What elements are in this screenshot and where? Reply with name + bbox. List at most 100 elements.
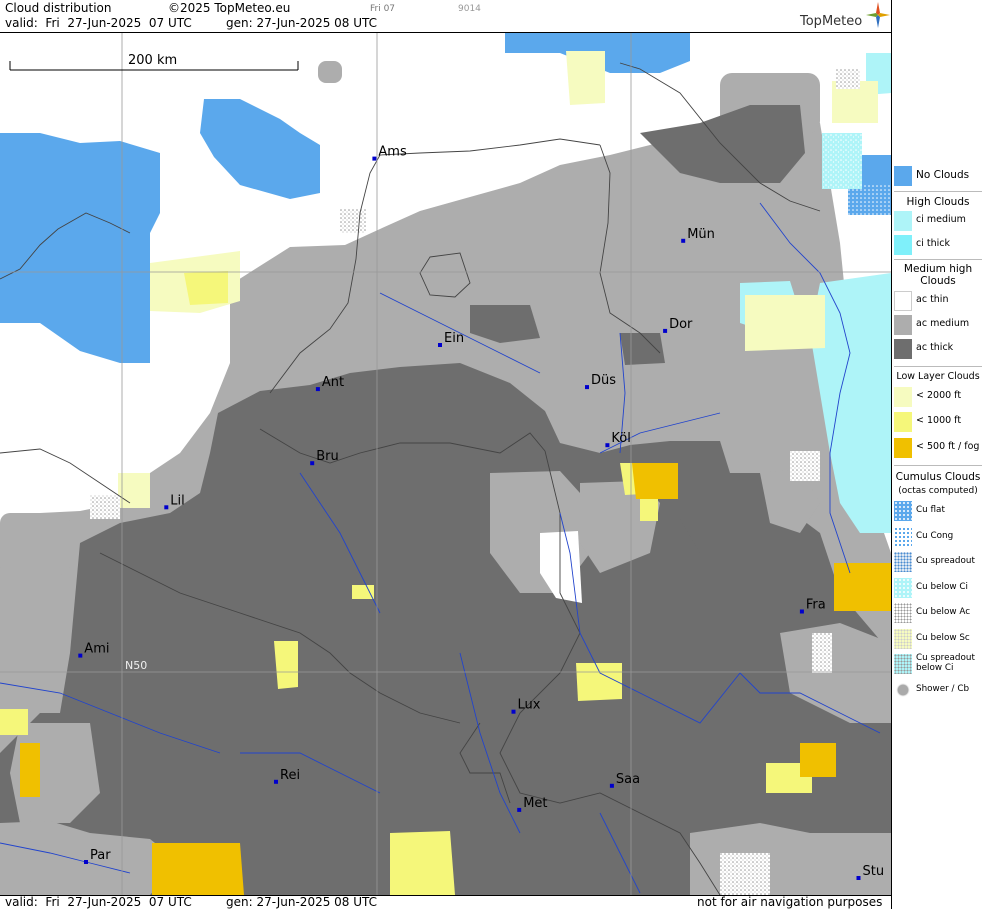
city-marker [438,343,442,347]
low-500-swatch [894,438,912,458]
legend-cumulus-title: Cumulus Clouds [895,471,981,483]
legend-label: Cu below Ci [916,581,968,592]
legend-cumulus-item: Cu spreadout [892,550,983,574]
low-2000-swatch [894,387,912,407]
city-marker [681,238,686,243]
legend-label: Cu spreadout below Ci [916,653,975,673]
footer-gen: gen: 27-Jun-2025 08 UTC [226,895,378,909]
legend-high-title: High Clouds [906,196,970,208]
frame-label: Fri 07 [370,4,396,14]
city-marker [663,328,668,333]
map-header: Cloud distribution ©2025 TopMeteo.eu Fri… [0,0,891,33]
city-marker [511,709,516,714]
legend-ci-thick: ci thick [892,233,983,257]
city-marker [315,387,320,392]
city-label: Ami [84,642,109,657]
city-label: Ant [322,375,344,390]
city-label: Düs [591,373,616,388]
legend-cumulus-item: Cu Cong [892,525,983,549]
gen-time: gen: 27-Jun-2025 08 UTC [226,16,378,30]
city-marker [799,609,804,614]
city-label: Mün [687,227,715,242]
legend-ac-medium: ac medium [892,313,983,337]
city-label: Rei [280,768,300,783]
legend-label: No Clouds [916,169,970,181]
map-title: Cloud distribution [5,1,112,15]
legend-label: Cu below Ac [916,607,971,617]
city-label: Ein [444,331,464,346]
legend-cumulus-item: Shower / Cb [892,678,983,702]
valid-time: valid: Fri 27-Jun-2025 07 UTC [5,16,192,30]
legend-ci-medium: ci medium [892,209,983,233]
city-label: Ams [378,145,407,160]
legend-cumulus-item: Cu spreadout below Ci [892,652,983,676]
city-marker [310,461,315,466]
map-canvas: N50 200 km GroBreHaAmsHanMünDorEinKasAnt… [0,33,891,895]
legend-ac-thin: ac thin [892,289,983,313]
legend-cumulus-item: Cu below Ci [892,576,983,600]
ci-dotted-patch [822,133,862,189]
legend-cumulus-item: Cu below Sc [892,627,983,651]
legend-cumulus-item: Cu below Ac [892,601,983,625]
city-marker [372,156,377,161]
city-marker [164,505,169,510]
ci-thick-swatch [894,235,912,255]
city-marker [609,783,614,788]
legend-cumulus-sub: (octas computed) [898,486,978,496]
legend-label: Cu below Sc [916,632,970,643]
city-marker [78,653,83,658]
legend-label: ac medium [916,318,970,329]
city-label: Köl [611,431,630,446]
legend-label: Shower / Cb [916,683,970,694]
legend-label: < 1000 ft [916,415,962,426]
legend-low-2000: < 2000 ft [892,385,983,409]
logo-text: TopMeteo [800,14,863,29]
city-label: Lux [518,698,541,713]
cumulus-swatch [894,628,912,649]
legend-low-title: Low Layer Clouds [896,371,980,382]
city-marker [585,385,589,390]
legend-label: ac thick [916,342,954,353]
legend-ac-thick: ac thick [892,337,983,361]
city-label: Dor [669,317,693,332]
city-marker [605,443,610,448]
cumulus-swatch [894,577,912,598]
legend-label: ci medium [916,214,966,225]
cumulus-swatch [894,654,912,674]
city-label: Par [90,848,111,863]
cumulus-swatch [894,526,912,547]
legend-panel: No Clouds High Clouds ci medium ci thick… [891,0,983,909]
ci-medium-swatch [894,211,912,231]
legend-low-1000: < 1000 ft [892,410,983,434]
cumulus-swatch [894,552,912,572]
low-1000-swatch [894,412,912,432]
city-marker [84,860,88,864]
cumulus-swatch [894,679,912,700]
city-marker [274,779,278,784]
city-marker [856,876,861,880]
footer-valid: valid: Fri 27-Jun-2025 07 UTC [5,895,192,909]
ac-thin-swatch [894,291,912,311]
navigation-notice: not for air navigation purposes [697,895,883,909]
city-ams: Ams [372,145,407,161]
cloud-map[interactable]: N50 200 km GroBreHaAmsHanMünDorEinKasAnt… [0,33,891,895]
legend-label: < 2000 ft [916,390,962,401]
legend-label: Cu flat [916,505,945,515]
legend-medium-title: Medium high Clouds [903,263,973,287]
legend-label: Cu spreadout [916,556,975,566]
city-marker [517,807,522,812]
legend-cumulus-item: Cu flat [892,499,983,523]
copyright: ©2025 TopMeteo.eu [168,1,291,15]
legend-label: ac thin [916,294,949,305]
city-label: Lil [170,493,184,508]
ac-thick-swatch [894,339,912,359]
legend-no-clouds: No Clouds [892,164,983,188]
legend-label: ci thick [916,238,950,249]
scale-label: 200 km [128,53,177,68]
legend-low-500: < 500 ft / fog [892,436,983,460]
cumulus-swatch [894,603,912,623]
city-label: Bru [316,449,339,464]
frame-code: 9014 [458,4,481,14]
no-clouds-swatch [894,166,912,186]
cumulus-swatch [894,501,912,521]
